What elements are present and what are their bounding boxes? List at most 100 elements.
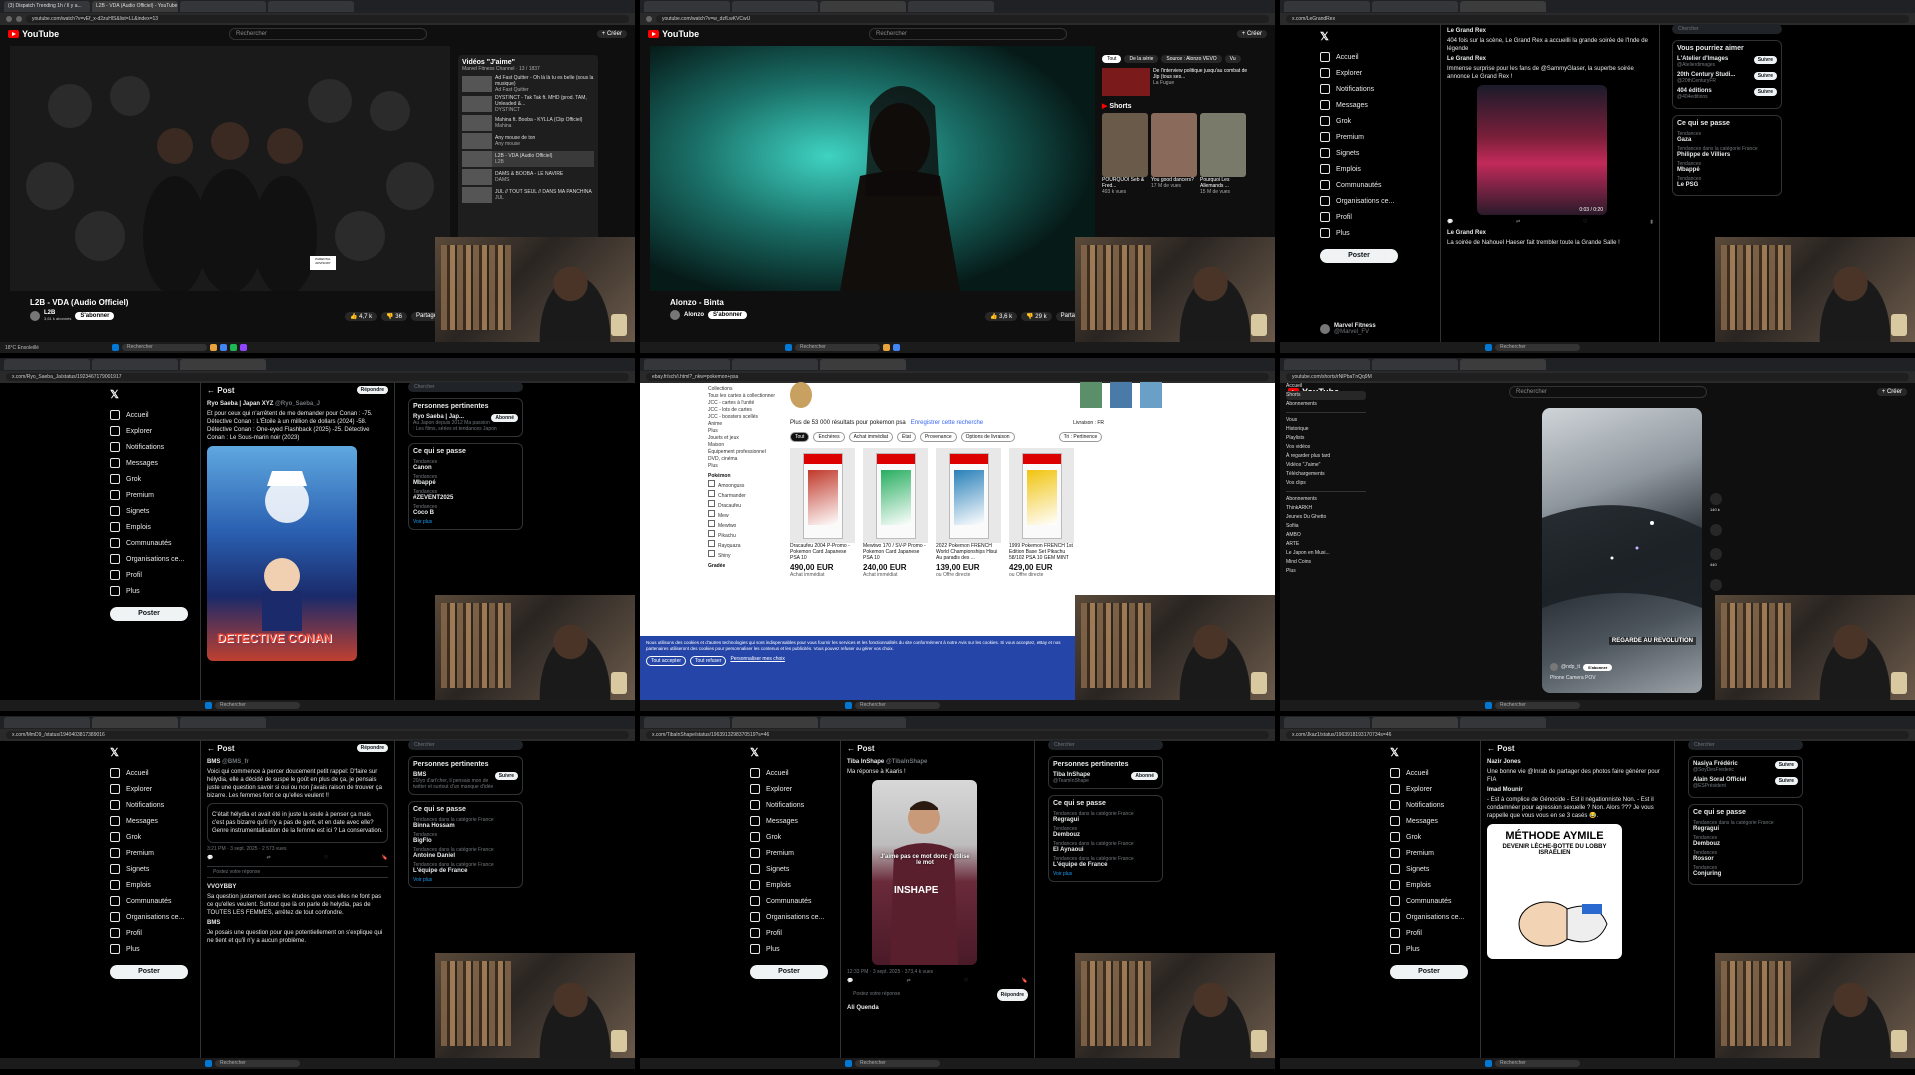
sidebar-item[interactable]: Sofiia [1286,522,1366,531]
retweet-icon[interactable]: ⇄ [1516,219,1520,225]
category-thumb[interactable] [1080,382,1102,408]
sidebar-item[interactable]: Vous [1286,416,1366,425]
follow-button[interactable]: Suivre [1753,72,1777,80]
category-link[interactable]: Plus [708,428,778,435]
playlist-item[interactable]: JUL // TOUT SEUL // DANS MA PANCHINA JUL [462,187,594,203]
post-button[interactable]: Poster [110,965,188,979]
delivery-filter[interactable]: Livraison : FR [1073,420,1104,426]
browser-tab[interactable]: L2B - VDA (Audio Officiel) - YouTube [92,1,178,12]
tweet-author[interactable]: Le Grand Rex [1447,56,1653,62]
url-input[interactable]: x.com/LeGrandRex [1286,15,1909,23]
pokemon-filter[interactable]: Charmander [708,490,778,500]
windows-start-icon[interactable] [1485,344,1492,351]
tweet-author[interactable]: Tiba InShape @TibaInShape [847,759,1028,765]
windows-start-icon[interactable] [111,344,119,351]
follow-button[interactable]: Suivre [494,772,518,780]
sidebar-item-4[interactable]: Grok [1320,113,1430,129]
channel-name[interactable]: Alonzo [684,312,704,318]
sidebar-item[interactable]: AMBO [1286,531,1366,540]
playlist-item[interactable]: Ad Fast Quitter - Oh là là tu es belle (… [462,75,594,93]
sidebar-item-7[interactable]: Emplois [1320,161,1430,177]
browser-tab[interactable] [268,1,354,12]
trend-item[interactable]: Antoine Daniel [413,853,518,859]
windows-start-icon[interactable] [205,702,212,709]
customize-link[interactable]: Personnaliser mes choix [730,656,784,666]
rec-title[interactable]: De l'interview politique jusqu'au combat… [1153,68,1247,80]
sidebar-item-11[interactable]: Plus [1320,225,1430,241]
account-switcher[interactable]: Marvel Fitness @Marvel_FV [1320,323,1376,335]
category-link[interactable]: JCC - lots de cartes [708,407,778,414]
checkbox[interactable] [708,500,715,507]
short-video[interactable]: REGARDE AU REVOLUTION @ndp_tt S'abonner … [1542,408,1702,693]
playlist-item[interactable]: Mahina ft. Booba - KYLLA (Clip Officiel)… [462,115,594,131]
reply-author[interactable]: Nazir Jones [1487,759,1668,765]
trend-item[interactable]: Philippe de Villiers [1677,152,1777,158]
sidebar-item-5[interactable]: Premium [1320,129,1430,145]
listing-title[interactable]: Mewtwo 170 / SV-P Promo - Pokemon Card J… [863,543,928,561]
browser-tab[interactable] [1284,359,1370,370]
category-thumb[interactable] [790,382,812,408]
listing-title[interactable]: 2022 Pokemon FRENCH World Championships … [936,543,1001,561]
browser-tab[interactable] [92,359,178,370]
sidebar-item-3[interactable]: Messages [1320,97,1430,113]
filter-chip[interactable]: Options de livraison [960,432,1015,442]
tweet-author[interactable]: Imad Mounir [1487,787,1668,793]
listing-title[interactable]: 1999 Pokemon FRENCH 1st Edition Base Set… [1009,543,1074,561]
category-link[interactable]: Collections [708,386,778,393]
subscribe-button[interactable]: S'abonner [75,312,115,320]
trend-item[interactable]: #ZEVENT2025 [413,495,518,501]
follow-button[interactable]: Suivre [1753,56,1777,64]
windows-start-icon[interactable] [1485,702,1492,709]
retweet-icon[interactable]: ⇄ [267,855,271,861]
filter-chip[interactable]: Achat immédiat [848,432,894,442]
browser-tab[interactable] [1460,717,1546,728]
taskbar-search[interactable]: Rechercher [1495,702,1580,709]
pokemon-filter[interactable]: Pikachu [708,530,778,540]
post-button[interactable]: Poster [750,965,828,979]
trend-item[interactable]: Dembouz [1053,832,1158,838]
see-more-link[interactable]: Voir plus [1053,871,1158,877]
sort-dropdown[interactable]: Tri : Pertinence [1058,432,1103,442]
trend-item[interactable]: Mbappé [413,480,518,486]
checkbox[interactable] [708,550,715,557]
pokemon-filter[interactable]: Mewtwo [708,520,778,530]
checkbox[interactable] [708,480,715,487]
search-input[interactable]: Chercher [408,382,523,392]
reply-author[interactable]: BMS [207,920,388,926]
browser-tab[interactable] [820,1,906,12]
browser-tab[interactable] [732,717,818,728]
subscribed-button[interactable]: Abonné [1131,772,1158,780]
taskbar-search[interactable]: Rechercher [215,1060,300,1067]
short-card[interactable]: Pourquoi Les Allemands ... 15 M de vues [1200,113,1246,195]
bookmark-icon[interactable]: 🔖 [1022,978,1028,984]
pokemon-filter[interactable]: Dracaufeu [708,500,778,510]
filter-chip[interactable]: État [897,432,916,442]
trend-item[interactable]: Dembouz [1693,841,1798,847]
app-icon[interactable] [239,344,247,351]
sidebar-item[interactable]: Téléchargements [1286,470,1366,479]
accept-all-button[interactable]: Tout accepter [646,656,687,666]
reply-author[interactable]: VVOYBBY [207,884,388,890]
see-more-link[interactable]: Voir plus [413,877,518,883]
browser-tab[interactable] [1372,717,1458,728]
subscribe-button[interactable]: S'abonner [708,311,748,319]
sidebar-item[interactable]: Le Japon en Musi... [1286,549,1366,558]
trend-item[interactable]: El Aynaoui [1053,847,1158,853]
search-input[interactable]: Rechercher [868,28,1067,40]
trend-item[interactable]: Canon [413,465,518,471]
file-explorer-icon[interactable] [209,344,217,351]
browser-tab[interactable] [1284,717,1370,728]
retweet-icon[interactable]: ⇄ [907,978,911,984]
windows-start-icon[interactable] [785,344,792,351]
tweet-author[interactable]: Ryo Saeba | Japan XYZ @Ryo_Saeba_J [207,401,388,407]
listing-card[interactable]: 1999 Pokemon FRENCH 1st Edition Base Set… [1009,448,1074,578]
filter-chip[interactable]: De la série [1124,55,1159,63]
pokemon-filter[interactable]: Mew [708,510,778,520]
listing-card[interactable]: Dracaufeu 2004 P-Promo - Pokemon Card Ja… [790,448,855,578]
url-input[interactable]: ebay.fr/sch/i.html?_nkw=pokemon+psa [646,373,1269,381]
windows-start-icon[interactable] [845,702,852,709]
filter-chip[interactable]: Enchères [813,432,845,442]
checkbox[interactable] [708,530,715,537]
browser-tab[interactable] [92,717,178,728]
reply-icon[interactable]: 💬 [847,978,853,984]
